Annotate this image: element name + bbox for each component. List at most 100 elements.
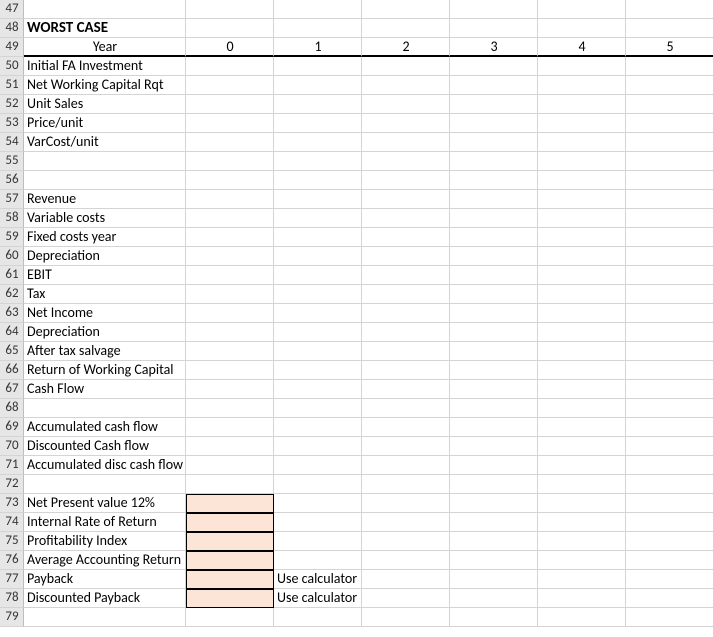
- data-cell[interactable]: [186, 190, 274, 209]
- row-header[interactable]: 65: [0, 342, 24, 361]
- row-header[interactable]: 50: [0, 57, 24, 76]
- data-cell[interactable]: [538, 361, 626, 380]
- data-cell[interactable]: [274, 190, 362, 209]
- data-cell[interactable]: [186, 133, 274, 152]
- row-label[interactable]: Net Working Capital Rqt: [24, 76, 186, 95]
- data-cell[interactable]: [362, 532, 450, 551]
- data-cell[interactable]: [450, 380, 538, 399]
- data-cell[interactable]: [274, 19, 362, 38]
- data-cell[interactable]: [186, 228, 274, 247]
- row-label[interactable]: Cash Flow: [24, 380, 186, 399]
- data-cell[interactable]: [186, 570, 274, 589]
- data-cell[interactable]: [626, 57, 713, 76]
- data-cell[interactable]: [450, 399, 538, 418]
- data-cell[interactable]: [450, 323, 538, 342]
- data-cell[interactable]: [626, 76, 713, 95]
- row-label[interactable]: Discounted Cash flow: [24, 437, 186, 456]
- row-header[interactable]: 49: [0, 38, 24, 57]
- data-cell[interactable]: [362, 361, 450, 380]
- data-cell[interactable]: [274, 285, 362, 304]
- data-cell[interactable]: [538, 380, 626, 399]
- data-cell[interactable]: [538, 570, 626, 589]
- data-cell[interactable]: [626, 247, 713, 266]
- data-cell[interactable]: [626, 285, 713, 304]
- data-cell[interactable]: [538, 247, 626, 266]
- data-cell[interactable]: [450, 456, 538, 475]
- data-cell[interactable]: [626, 190, 713, 209]
- data-cell[interactable]: [626, 551, 713, 570]
- data-cell[interactable]: [626, 418, 713, 437]
- data-cell[interactable]: [362, 133, 450, 152]
- data-cell[interactable]: [626, 437, 713, 456]
- year-column-header[interactable]: 1: [274, 38, 362, 57]
- data-cell[interactable]: [274, 304, 362, 323]
- data-cell[interactable]: [626, 494, 713, 513]
- row-label[interactable]: [24, 152, 186, 171]
- data-cell[interactable]: [538, 475, 626, 494]
- row-header[interactable]: 71: [0, 456, 24, 475]
- data-cell[interactable]: [362, 456, 450, 475]
- row-label[interactable]: Return of Working Capital: [24, 361, 186, 380]
- data-cell[interactable]: [538, 114, 626, 133]
- row-label[interactable]: Revenue: [24, 190, 186, 209]
- data-cell[interactable]: [186, 380, 274, 399]
- data-cell[interactable]: [450, 57, 538, 76]
- year-column-header[interactable]: 5: [626, 38, 713, 57]
- data-cell[interactable]: [626, 361, 713, 380]
- data-cell[interactable]: [362, 152, 450, 171]
- row-header[interactable]: 60: [0, 247, 24, 266]
- data-cell[interactable]: [274, 551, 362, 570]
- data-cell[interactable]: [626, 19, 713, 38]
- data-cell[interactable]: [186, 475, 274, 494]
- row-header[interactable]: 63: [0, 304, 24, 323]
- row-label[interactable]: Average Accounting Return: [24, 551, 186, 570]
- row-header[interactable]: 77: [0, 570, 24, 589]
- data-cell[interactable]: [274, 133, 362, 152]
- data-cell[interactable]: [274, 228, 362, 247]
- data-cell[interactable]: [450, 133, 538, 152]
- data-cell[interactable]: [362, 399, 450, 418]
- row-header[interactable]: 58: [0, 209, 24, 228]
- year-column-header[interactable]: 2: [362, 38, 450, 57]
- row-label[interactable]: Net Present value 12%: [24, 494, 186, 513]
- row-header[interactable]: 68: [0, 399, 24, 418]
- data-cell[interactable]: [362, 304, 450, 323]
- data-cell[interactable]: [274, 266, 362, 285]
- row-header[interactable]: 67: [0, 380, 24, 399]
- data-cell[interactable]: [626, 589, 713, 608]
- data-cell[interactable]: [450, 190, 538, 209]
- data-cell[interactable]: [362, 190, 450, 209]
- data-cell[interactable]: [274, 437, 362, 456]
- data-cell[interactable]: [362, 342, 450, 361]
- row-label[interactable]: Unit Sales: [24, 95, 186, 114]
- data-cell[interactable]: [274, 342, 362, 361]
- data-cell[interactable]: [538, 76, 626, 95]
- data-cell[interactable]: [626, 133, 713, 152]
- data-cell[interactable]: [538, 57, 626, 76]
- data-cell[interactable]: [274, 475, 362, 494]
- row-label[interactable]: Variable costs: [24, 209, 186, 228]
- spreadsheet-grid[interactable]: 4748WORST CASE49Year01234550Initial FA I…: [0, 0, 713, 627]
- data-cell[interactable]: [362, 114, 450, 133]
- data-cell[interactable]: [186, 304, 274, 323]
- data-cell[interactable]: [626, 456, 713, 475]
- data-cell[interactable]: [626, 209, 713, 228]
- data-cell[interactable]: [362, 418, 450, 437]
- data-cell[interactable]: [538, 551, 626, 570]
- data-cell[interactable]: [538, 285, 626, 304]
- data-cell[interactable]: [450, 304, 538, 323]
- data-cell[interactable]: [362, 437, 450, 456]
- data-cell[interactable]: [538, 133, 626, 152]
- data-cell[interactable]: [450, 152, 538, 171]
- data-cell[interactable]: [274, 152, 362, 171]
- row-label[interactable]: Accumulated cash flow: [24, 418, 186, 437]
- row-label[interactable]: Payback: [24, 570, 186, 589]
- row-header[interactable]: 79: [0, 608, 24, 627]
- row-header[interactable]: 66: [0, 361, 24, 380]
- row-header[interactable]: 56: [0, 171, 24, 190]
- data-cell[interactable]: [274, 57, 362, 76]
- data-cell[interactable]: [186, 418, 274, 437]
- data-cell[interactable]: [626, 171, 713, 190]
- row-header[interactable]: 61: [0, 266, 24, 285]
- data-cell[interactable]: [538, 437, 626, 456]
